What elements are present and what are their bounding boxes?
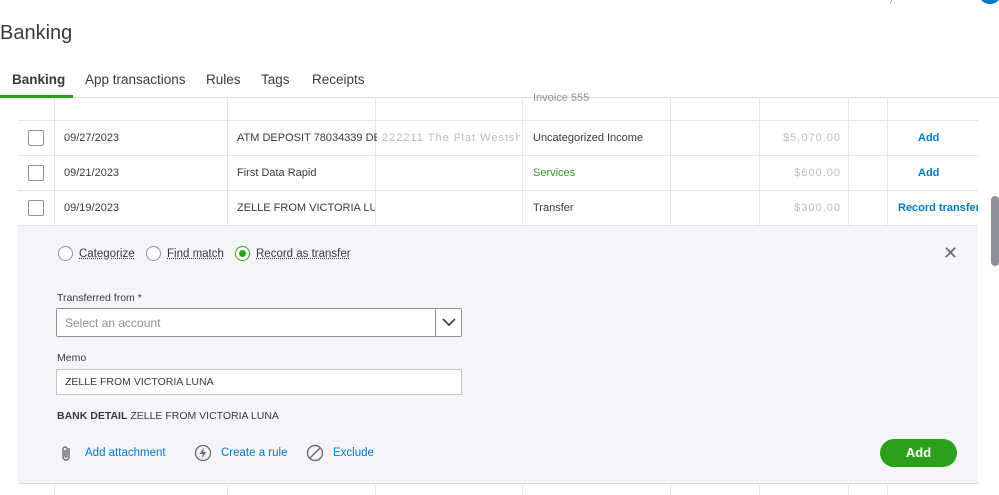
- table-row[interactable]: 09/21/2023 First Data Rapid Services $60…: [18, 156, 978, 191]
- page-title: Banking: [0, 22, 73, 44]
- row-checkbox[interactable]: [28, 130, 44, 146]
- amount-cell: $600.00: [794, 167, 841, 179]
- table-row-selected[interactable]: 09/19/2023 ZELLE FROM VICTORIA LUN Trans…: [18, 191, 978, 226]
- paperclip-icon: [62, 446, 70, 461]
- create-rule-button[interactable]: Create a rule: [194, 444, 287, 462]
- exclude-label[interactable]: Exclude: [333, 447, 374, 459]
- bank-detail: BANK DETAIL ZELLE FROM VICTORIA LUNA: [57, 410, 279, 422]
- row-checkbox[interactable]: [28, 165, 44, 181]
- tab-receipts[interactable]: Receipts: [312, 72, 365, 87]
- account-select-placeholder[interactable]: Select an account: [65, 316, 160, 330]
- radio-find-match[interactable]: Find match: [146, 246, 224, 261]
- add-link[interactable]: Add: [898, 156, 978, 191]
- bank-detail-label: BANK DETAIL: [57, 410, 128, 422]
- table-row[interactable]: Invoice 555: [18, 92, 978, 121]
- add-attachment-label[interactable]: Add attachment: [85, 447, 166, 459]
- memo-field[interactable]: ZELLE FROM VICTORIA LUNA: [56, 369, 462, 395]
- description-cell: First Data Rapid: [237, 167, 317, 179]
- tab-tags[interactable]: Tags: [261, 72, 290, 87]
- radio-record-as-transfer[interactable]: Record as transfer: [235, 246, 351, 261]
- table-row[interactable]: 09/27/2023 ATM DEPOSIT 78034339 DE 22221…: [18, 121, 978, 156]
- lightning-icon: [194, 444, 212, 462]
- payee-cell: 222211 The Flat Westshore: [382, 132, 520, 144]
- bank-detail-value: ZELLE FROM VICTORIA LUNA: [130, 410, 279, 422]
- amount-cell: $5,070.00: [783, 132, 841, 144]
- transferred-from-label: Transferred from *: [57, 292, 142, 304]
- memo-label: Memo: [57, 352, 87, 364]
- create-rule-label[interactable]: Create a rule: [221, 447, 287, 459]
- radio-label[interactable]: Categorize: [79, 248, 135, 260]
- date-cell: 09/21/2023: [64, 167, 120, 179]
- exclude-button[interactable]: Exclude: [306, 444, 374, 462]
- transaction-detail-panel: Categorize Find match Record as transfer…: [18, 226, 978, 484]
- tab-rules[interactable]: Rules: [206, 72, 241, 87]
- header-fragment-icon: /: [890, 0, 893, 7]
- radio-circle-selected[interactable]: [235, 246, 250, 261]
- account-select[interactable]: Select an account: [56, 308, 462, 337]
- category-cell: Invoice 555: [533, 92, 590, 104]
- close-icon[interactable]: ✕: [943, 244, 958, 262]
- date-cell: 09/19/2023: [64, 202, 120, 214]
- add-button[interactable]: Add: [880, 439, 957, 467]
- radio-circle[interactable]: [58, 246, 73, 261]
- description-cell: ATM DEPOSIT 78034339 DE: [237, 132, 377, 144]
- vertical-scrollbar[interactable]: [991, 196, 999, 266]
- radio-label[interactable]: Record as transfer: [256, 248, 351, 260]
- help-icon[interactable]: [980, 0, 999, 4]
- add-link[interactable]: Add: [898, 121, 978, 156]
- memo-value[interactable]: ZELLE FROM VICTORIA LUNA: [65, 376, 214, 388]
- date-cell: 09/27/2023: [64, 132, 120, 144]
- radio-categorize[interactable]: Categorize: [58, 246, 135, 261]
- description-cell: ZELLE FROM VICTORIA LUN: [237, 202, 375, 214]
- category-cell[interactable]: Transfer: [533, 191, 668, 226]
- row-checkbox[interactable]: [28, 200, 44, 216]
- exclude-icon: [306, 444, 324, 462]
- category-cell[interactable]: Services: [533, 156, 668, 191]
- amount-cell: $300.00: [794, 202, 841, 214]
- add-attachment-button[interactable]: Add attachment: [58, 444, 166, 462]
- chevron-down-icon[interactable]: [441, 313, 457, 331]
- radio-label[interactable]: Find match: [167, 248, 224, 260]
- tab-app-transactions[interactable]: App transactions: [85, 72, 186, 87]
- table-row[interactable]: [18, 485, 978, 495]
- category-cell[interactable]: Uncategorized Income: [533, 121, 668, 156]
- record-transfer-link[interactable]: Record transfer: [898, 191, 978, 226]
- tab-banking[interactable]: Banking: [12, 72, 65, 87]
- radio-circle[interactable]: [146, 246, 161, 261]
- tab-bar: Banking App transactions Rules Tags Rece…: [0, 72, 999, 98]
